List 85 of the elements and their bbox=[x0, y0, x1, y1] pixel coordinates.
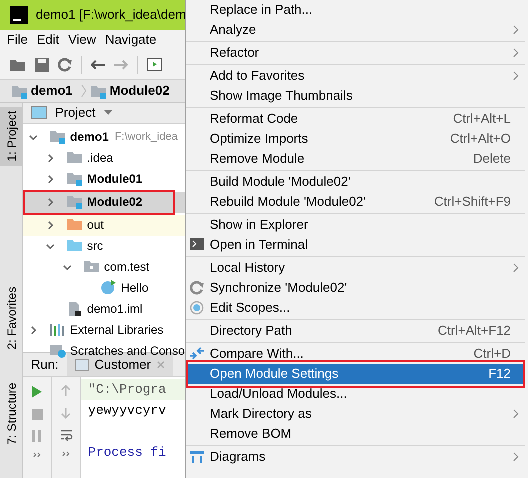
tree-item[interactable]: Module02 bbox=[23, 192, 185, 212]
folder-icon bbox=[67, 238, 84, 254]
more-icon[interactable] bbox=[32, 452, 42, 458]
tree-item[interactable]: demo1 F:\work_idea bbox=[23, 126, 185, 148]
module-folder-icon bbox=[67, 171, 84, 187]
menu-item[interactable]: Reformat Code Ctrl+Alt+L bbox=[186, 109, 525, 129]
menu-item[interactable]: Diagrams bbox=[186, 447, 525, 467]
menu-item[interactable]: Replace in Path... bbox=[186, 0, 525, 20]
menu-item[interactable]: Show in Explorer bbox=[186, 215, 525, 235]
scratches-icon bbox=[50, 343, 66, 359]
dropdown-caret-icon[interactable] bbox=[104, 110, 113, 116]
run-icon[interactable] bbox=[31, 385, 44, 399]
menu-item[interactable]: Directory Path Ctrl+Alt+F12 bbox=[186, 321, 525, 341]
class-icon bbox=[101, 280, 118, 296]
tool-window-tab[interactable]: 7: Structure bbox=[0, 379, 23, 450]
app-logo-icon bbox=[10, 6, 28, 24]
menu-item[interactable]: Mark Directory as bbox=[186, 404, 525, 424]
tree-item[interactable]: Module01 bbox=[23, 168, 185, 190]
shortcut-text: Delete bbox=[473, 150, 511, 168]
module-folder-icon bbox=[67, 194, 84, 210]
menu-item[interactable]: Analyze bbox=[186, 20, 525, 40]
menu-item[interactable]: View bbox=[68, 30, 96, 50]
tree-item[interactable]: src bbox=[23, 236, 185, 256]
tree-item[interactable]: out bbox=[23, 214, 185, 236]
tool-window-tab[interactable]: 1: Project bbox=[0, 107, 23, 166]
library-icon bbox=[50, 322, 66, 338]
menu-item[interactable]: Open Module Settings F12 bbox=[186, 364, 525, 384]
tree-item[interactable]: Hello bbox=[23, 278, 185, 298]
chevron-icon bbox=[80, 84, 87, 98]
shortcut-text: Ctrl+Alt+L bbox=[453, 110, 511, 128]
shortcut-text: Ctrl+Alt+O bbox=[450, 130, 511, 148]
tool-window-tab[interactable]: 2: Favorites bbox=[0, 283, 23, 354]
folder-icon[interactable] bbox=[10, 58, 26, 72]
console-line: yewyyvcyrv bbox=[87, 402, 168, 420]
run-window-icon[interactable] bbox=[147, 58, 162, 71]
diagram-icon bbox=[190, 450, 204, 464]
shortcut-text: Ctrl+Shift+F9 bbox=[434, 193, 511, 212]
shortcut-text: Ctrl+Alt+F12 bbox=[438, 322, 511, 340]
menu-item[interactable]: Show Image Thumbnails bbox=[186, 86, 525, 106]
package-folder-icon bbox=[84, 259, 100, 275]
module-folder-icon bbox=[50, 129, 66, 145]
compare-icon bbox=[190, 347, 204, 361]
folder-icon bbox=[67, 150, 84, 166]
module-folder-icon bbox=[90, 84, 106, 98]
shortcut-text: Ctrl+D bbox=[474, 345, 511, 364]
file-icon bbox=[67, 301, 84, 317]
menu-item[interactable]: Refactor bbox=[186, 43, 525, 63]
back-arrow-icon[interactable] bbox=[91, 60, 105, 70]
tree-item[interactable]: External Libraries bbox=[23, 320, 185, 340]
path-hint: F:\work_idea bbox=[114, 130, 178, 145]
menu-item[interactable]: File bbox=[7, 30, 28, 50]
menu-item[interactable]: Rebuild Module 'Module02' Ctrl+Shift+F9 bbox=[186, 192, 525, 212]
tree-item[interactable]: .idea bbox=[23, 148, 185, 168]
menu-item[interactable]: Edit Scopes... bbox=[186, 298, 525, 318]
more-icon[interactable] bbox=[62, 451, 71, 457]
menu-item[interactable]: Synchronize 'Module02' bbox=[186, 278, 525, 298]
menu-item[interactable]: Load/Unload Modules... bbox=[186, 384, 525, 404]
window-title: demo1 [F:\work_idea\dem bbox=[36, 6, 185, 24]
console-icon bbox=[74, 358, 89, 370]
tree-item[interactable]: com.test bbox=[23, 256, 185, 278]
terminal-icon bbox=[190, 238, 204, 252]
menu-item[interactable]: Remove BOM bbox=[186, 424, 525, 444]
panel-title: Run: bbox=[31, 356, 59, 374]
sync-icon bbox=[190, 281, 204, 295]
breadcrumb[interactable]: demo1 bbox=[31, 81, 73, 101]
wrap-icon[interactable] bbox=[60, 429, 73, 441]
menu-item[interactable]: Build Module 'Module02' bbox=[186, 172, 525, 192]
menu-item[interactable]: Edit bbox=[36, 30, 60, 50]
shortcut-text: F12 bbox=[488, 365, 511, 384]
menu-item[interactable]: Open in Terminal bbox=[186, 235, 525, 255]
tree-item[interactable]: demo1.iml bbox=[23, 298, 185, 320]
scope-icon bbox=[190, 301, 204, 315]
menu-item[interactable]: Local History bbox=[186, 258, 525, 278]
folder-icon bbox=[67, 217, 84, 233]
menu-item[interactable]: Navigate bbox=[105, 30, 157, 50]
save-icon[interactable] bbox=[35, 58, 49, 72]
console-line: Process fi bbox=[87, 444, 168, 462]
menu-item[interactable]: Remove Module Delete bbox=[186, 149, 525, 169]
module-folder-icon bbox=[12, 84, 27, 98]
menu-item[interactable]: Add to Favorites bbox=[186, 66, 525, 86]
menu-item[interactable]: Optimize Imports Ctrl+Alt+O bbox=[186, 129, 525, 149]
breadcrumb[interactable]: Module02 bbox=[110, 81, 170, 101]
panel-icon bbox=[31, 106, 48, 120]
sync-icon[interactable] bbox=[58, 58, 72, 72]
menu-item[interactable]: Compare With... Ctrl+D bbox=[186, 344, 525, 364]
